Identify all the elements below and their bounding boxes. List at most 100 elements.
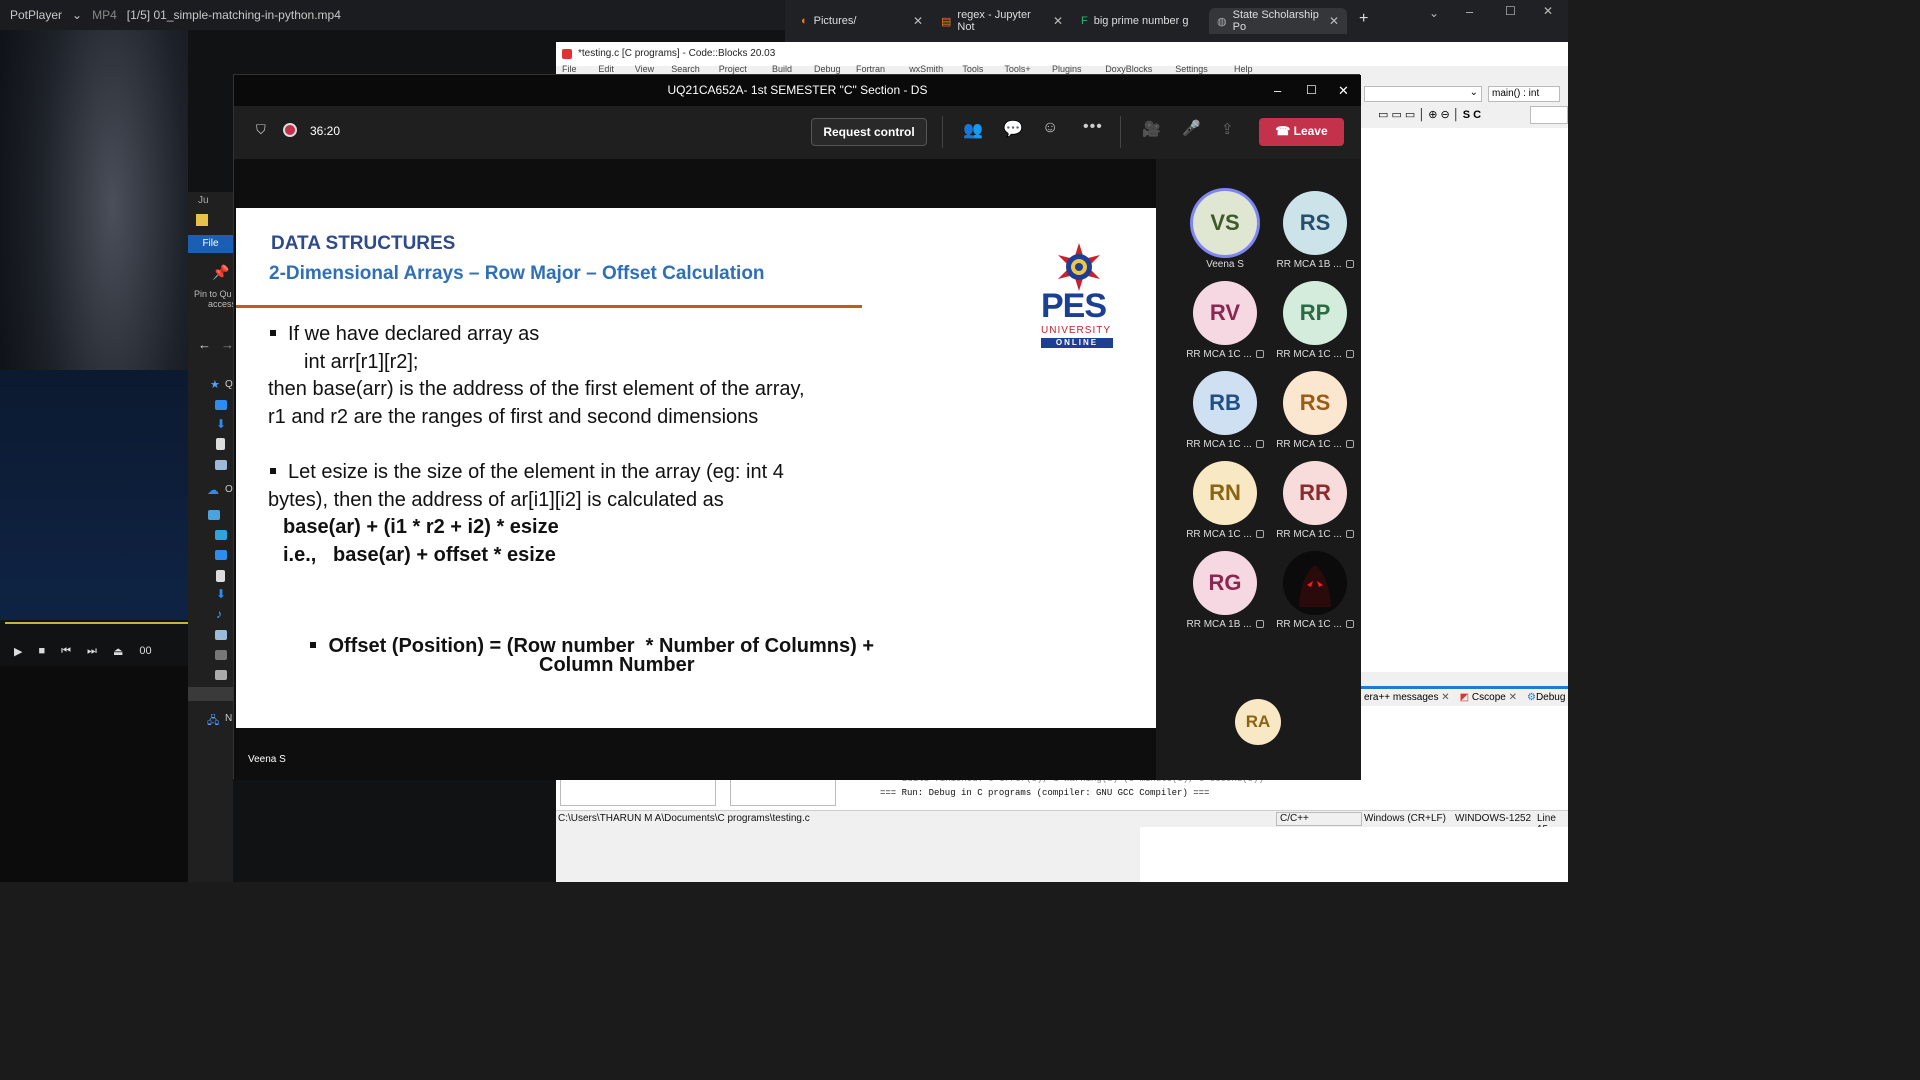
seek-bar[interactable] (5, 622, 188, 624)
mic-off-icon[interactable]: 🎤 (1182, 119, 1201, 137)
3d-objects-icon[interactable] (215, 530, 227, 540)
menu-item[interactable]: Debug (814, 64, 841, 74)
request-control-button[interactable]: Request control (811, 118, 927, 146)
chevron-down-icon[interactable]: ⌄ (72, 8, 82, 22)
selected-drive-row[interactable] (188, 687, 233, 701)
reactions-icon[interactable]: ☺ (1042, 119, 1058, 137)
explorer-tab-label[interactable]: Ju (198, 195, 209, 206)
log-tab-messages[interactable]: era++ messages ✕ (1364, 692, 1450, 703)
tab-search-icon[interactable]: ⌄ (1429, 6, 1439, 20)
log-tab-cscope[interactable]: ◩ Cscope ✕ (1460, 692, 1517, 703)
participant-tile[interactable]: RB RR MCA 1C ... (1180, 371, 1270, 461)
close-window-icon[interactable]: ✕ (1338, 75, 1349, 106)
log-left-box[interactable] (560, 776, 716, 806)
logo-online-band: ONLINE (1041, 338, 1113, 348)
browser-tab-scholarship[interactable]: ◍ State Scholarship Po ✕ (1209, 8, 1347, 34)
participant-tile[interactable]: RS RR MCA 1B ... (1270, 191, 1360, 281)
participant-tile[interactable]: RV RR MCA 1C ... (1180, 281, 1270, 371)
leave-label: Leave (1293, 124, 1328, 138)
menu-item[interactable]: DoxyBlocks (1105, 64, 1152, 74)
desktop-icon[interactable] (215, 400, 227, 410)
browser-tab-pictures[interactable]: ◐ Pictures/ ✕ (793, 8, 931, 34)
chat-icon[interactable]: 💬 (1003, 119, 1023, 139)
camera-off-icon[interactable]: 🎥 (1142, 120, 1161, 138)
participants-icon[interactable]: 👥 (963, 120, 983, 140)
potplayer-titlebar[interactable]: PotPlayer ⌄ MP4 [1/5] 01_simple-matching… (0, 0, 785, 30)
onedrive-label[interactable]: O (225, 484, 233, 495)
participant-tile[interactable]: RR MCA 1C ... (1270, 551, 1360, 641)
participant-tile[interactable]: RP RR MCA 1C ... (1270, 281, 1360, 371)
explorer-file-tab[interactable]: File (188, 235, 233, 253)
downloads-icon[interactable]: ⬇ (216, 417, 226, 431)
log-middle-box[interactable] (730, 776, 836, 806)
log-tab-debugger[interactable]: ⚙Debug (1527, 692, 1565, 703)
pictures-icon[interactable] (215, 460, 227, 470)
menu-item[interactable]: Edit (598, 64, 614, 74)
eject-icon[interactable]: ⏏ (113, 645, 123, 658)
previous-icon[interactable]: ⏮ (61, 645, 71, 658)
menu-item[interactable]: Tools+ (1004, 64, 1030, 74)
downloads-icon-2[interactable]: ⬇ (216, 587, 226, 601)
network-icon[interactable]: 🖧 (207, 712, 219, 731)
codeblocks-titlebar[interactable]: *testing.c [C programs] - Code::Blocks 2… (556, 42, 1568, 66)
participant-tile[interactable]: RR RR MCA 1C ... (1270, 461, 1360, 551)
minimize-icon[interactable]: – (1274, 75, 1281, 106)
play-icon[interactable]: ▶ (14, 645, 22, 658)
maximize-icon[interactable]: ☐ (1306, 75, 1317, 106)
menu-item[interactable]: Project (719, 64, 747, 74)
menu-item[interactable]: wxSmith (909, 64, 943, 74)
menu-item[interactable]: Fortran (856, 64, 885, 74)
bullet-3-line-2: Column Number (539, 654, 695, 676)
stop-icon[interactable]: ■ (38, 645, 45, 657)
shield-icon[interactable]: ⛉ (256, 122, 266, 138)
close-tab-icon[interactable]: ✕ (1053, 14, 1063, 28)
documents-icon-2[interactable] (216, 570, 225, 582)
menu-item[interactable]: Help (1234, 64, 1253, 74)
more-options-icon[interactable]: ••• (1083, 118, 1103, 136)
scope-select[interactable]: ⌄ (1364, 86, 1482, 102)
this-pc-icon[interactable] (208, 510, 220, 520)
menu-item[interactable]: Search (671, 64, 700, 74)
menu-item[interactable]: File (562, 64, 577, 74)
avatar[interactable]: RA (1235, 699, 1281, 745)
pin-to-quick-access-label[interactable]: Pin to Qu (194, 289, 232, 299)
editor-pane[interactable] (1360, 128, 1568, 672)
videos-icon[interactable] (215, 650, 227, 660)
menu-item[interactable]: Build (772, 64, 792, 74)
close-window-icon[interactable]: ✕ (1543, 4, 1553, 18)
participant-tile[interactable]: RS RR MCA 1C ... (1270, 371, 1360, 461)
browser-tab-regex[interactable]: ▤ regex - Jupyter Not ✕ (933, 8, 1071, 34)
meeting-titlebar[interactable]: UQ21CA652A- 1st SEMESTER "C" Section - D… (234, 75, 1361, 106)
onedrive-icon[interactable]: ☁ (207, 483, 219, 497)
quick-access-star-icon[interactable]: ★ (210, 378, 220, 391)
close-tab-icon[interactable]: ✕ (913, 14, 923, 28)
new-tab-button[interactable]: + (1359, 10, 1368, 28)
function-select[interactable]: main() : int (1488, 86, 1560, 102)
participant-tile[interactable]: RG RR MCA 1B ... (1180, 551, 1270, 641)
menu-item[interactable]: Plugins (1052, 64, 1082, 74)
potplayer-app-name[interactable]: PotPlayer (10, 8, 62, 22)
participant-tile[interactable]: RN RR MCA 1C ... (1180, 461, 1270, 551)
shared-screen[interactable]: DATA STRUCTURES 2-Dimensional Arrays – R… (234, 159, 1156, 780)
menu-item[interactable]: Settings (1175, 64, 1208, 74)
back-arrow-icon[interactable]: ← (198, 337, 211, 352)
menu-item[interactable]: Tools (962, 64, 983, 74)
desktop-icon-2[interactable] (215, 550, 227, 560)
participant-tile[interactable]: VS Veena S (1180, 191, 1270, 281)
toolbar-input[interactable] (1530, 106, 1568, 124)
documents-icon[interactable] (216, 438, 225, 450)
minimize-icon[interactable]: – (1466, 4, 1473, 19)
local-disk-icon[interactable] (215, 670, 227, 680)
menu-item[interactable]: View (635, 64, 654, 74)
close-tab-icon[interactable]: ✕ (1329, 14, 1339, 28)
network-label[interactable]: N (225, 713, 232, 724)
music-icon[interactable]: ♪ (216, 607, 222, 621)
share-screen-icon[interactable]: ⇪ (1221, 120, 1234, 138)
pin-icon[interactable]: 📌 (212, 264, 229, 281)
next-icon[interactable]: ⏭ (87, 645, 97, 658)
pictures-icon-2[interactable] (215, 630, 227, 640)
browser-tab-prime[interactable]: F big prime number g (1073, 8, 1209, 34)
maximize-icon[interactable]: ☐ (1505, 4, 1516, 18)
quick-access-label[interactable]: Q (225, 379, 233, 390)
leave-button[interactable]: ☎ Leave (1259, 118, 1344, 146)
